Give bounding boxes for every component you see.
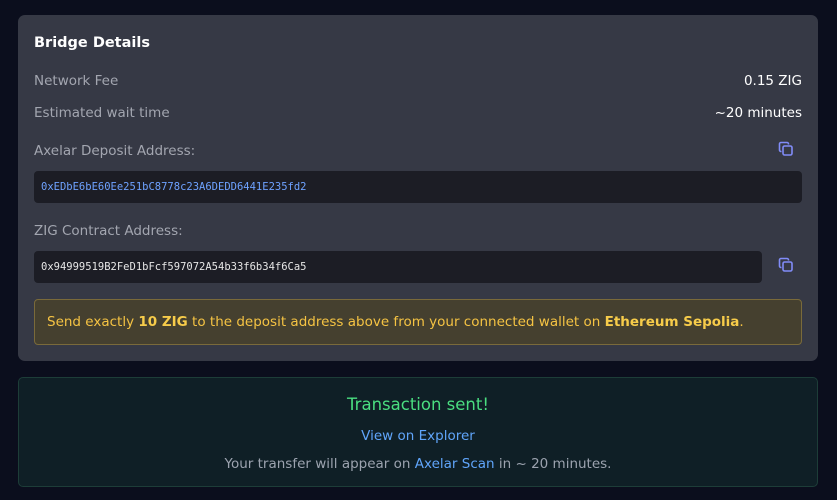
page: Bridge Details Network Fee 0.15 ZIG Esti…	[0, 0, 837, 500]
axelar-scan-link[interactable]: Axelar Scan	[415, 456, 495, 472]
note-prefix: Your transfer will appear on	[224, 456, 415, 472]
copy-icon	[778, 141, 794, 161]
network-fee-label: Network Fee	[34, 73, 119, 89]
transaction-status-card: Transaction sent! View on Explorer Your …	[18, 377, 818, 487]
transaction-sent-title: Transaction sent!	[347, 395, 489, 414]
bridge-details-title: Bridge Details	[34, 35, 150, 51]
warning-prefix: Send exactly	[47, 314, 139, 330]
transfer-note: Your transfer will appear on Axelar Scan…	[19, 456, 817, 472]
bridge-details-card: Bridge Details Network Fee 0.15 ZIG Esti…	[18, 15, 818, 361]
copy-icon	[778, 257, 794, 277]
copy-deposit-address-button[interactable]	[776, 141, 796, 161]
view-on-explorer-link[interactable]: View on Explorer	[19, 428, 817, 444]
wait-time-value: ~20 minutes	[714, 105, 802, 121]
wait-time-label: Estimated wait time	[34, 105, 170, 121]
send-instruction-warning: Send exactly 10 ZIG to the deposit addre…	[34, 299, 802, 345]
warning-network: Ethereum Sepolia	[604, 314, 740, 330]
deposit-address-label: Axelar Deposit Address:	[34, 143, 196, 159]
contract-address-label: ZIG Contract Address:	[34, 223, 183, 239]
warning-middle: to the deposit address above from your c…	[187, 314, 605, 330]
contract-address-field[interactable]: 0x94999519B2FeD1bFcf597072A54b33f6b34f6C…	[34, 251, 762, 283]
warning-suffix: .	[739, 314, 744, 330]
note-suffix: in ~ 20 minutes.	[494, 456, 612, 472]
copy-contract-address-button[interactable]	[776, 257, 796, 277]
deposit-address-field[interactable]: 0xEDbE6bE60Ee251bC8778c23A6DEDD6441E235f…	[34, 171, 802, 203]
network-fee-value: 0.15 ZIG	[743, 73, 802, 89]
warning-amount: 10 ZIG	[138, 314, 188, 330]
